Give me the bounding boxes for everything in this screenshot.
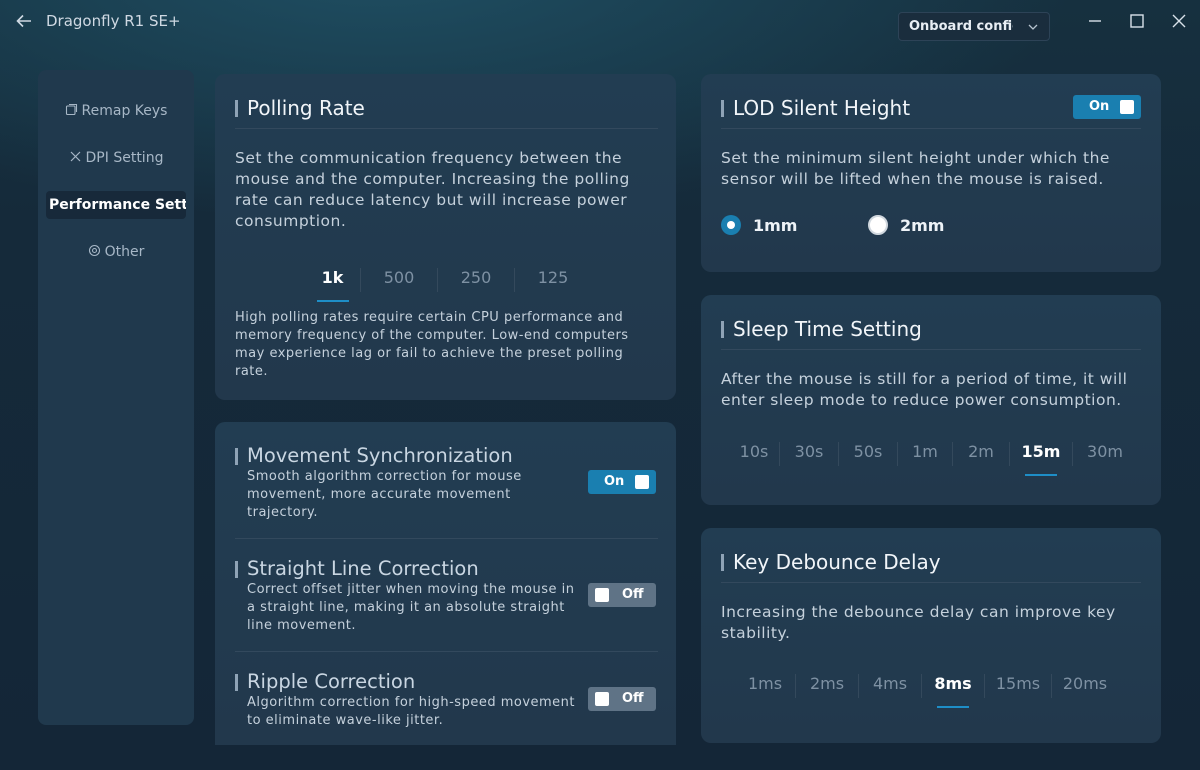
debounce-description: Increasing the debounce delay can improv… (721, 603, 1116, 642)
sidebar-item-remap-keys[interactable]: Remap Keys (46, 97, 186, 125)
feature-description: Algorithm correction for high-speed move… (247, 695, 576, 728)
sleep-option-2m[interactable]: 2m (953, 442, 1009, 476)
divider (235, 651, 658, 652)
toggle-label: Off (622, 691, 644, 706)
toggle-label: On (604, 474, 625, 489)
polling-option-250[interactable]: 250 (438, 268, 514, 302)
debounce-card: Key Debounce Delay Increasing the deboun… (701, 528, 1161, 743)
polling-rate-card: Polling Rate Set the communication frequ… (215, 74, 676, 400)
card-title: Key Debounce Delay (721, 550, 941, 574)
movement-sync-toggle[interactable]: On (588, 470, 656, 494)
close-icon[interactable] (1170, 12, 1188, 30)
toggle-knob (1120, 100, 1134, 114)
profile-select-value: Onboard configuration (909, 19, 1013, 34)
divider (235, 538, 658, 539)
sidebar-item-label: Other (104, 244, 145, 260)
polling-note: High polling rates require certain CPU p… (235, 310, 629, 379)
sidebar-item-label: Remap Keys (81, 103, 168, 119)
debounce-option-2ms[interactable]: 2ms (796, 674, 858, 708)
polling-option-125[interactable]: 125 (515, 268, 591, 302)
card-title: Polling Rate (235, 96, 365, 120)
polling-rate-selector: 1k 500 250 125 (305, 268, 591, 302)
sleep-card: Sleep Time Setting After the mouse is st… (701, 295, 1161, 505)
polling-description: Set the communication frequency between … (235, 149, 630, 230)
feature-description: Smooth algorithm correction for mouse mo… (247, 469, 522, 520)
sidebar-item-other[interactable]: Other (46, 238, 186, 266)
lod-option-2mm[interactable]: 2mm (868, 215, 944, 235)
back-arrow-icon[interactable] (14, 11, 34, 31)
toggle-knob (595, 692, 609, 706)
divider (721, 349, 1141, 350)
sleep-time-selector: 10s 30s 50s 1m 2m 15m 30m (729, 442, 1137, 476)
lod-description: Set the minimum silent height under whic… (721, 149, 1110, 188)
app-title: Dragonfly R1 SE+ (46, 12, 181, 30)
feature-description: Correct offset jitter when moving the mo… (247, 582, 575, 633)
sidebar-item-label: DPI Setting (85, 150, 164, 166)
sidebar-item-label: Performance Settings (49, 197, 186, 213)
card-title: Sleep Time Setting (721, 317, 922, 341)
divider (235, 128, 658, 129)
title-bar: Dragonfly R1 SE+ Onboard configuration (0, 0, 1200, 44)
sleep-option-30s[interactable]: 30s (780, 442, 838, 476)
feature-title: Straight Line Correction (235, 557, 479, 580)
settings-icon (88, 244, 100, 257)
sidebar-item-performance-settings[interactable]: Performance Settings (46, 191, 186, 219)
sleep-option-1m[interactable]: 1m (898, 442, 952, 476)
feature-title: Ripple Correction (235, 670, 415, 693)
radio-unselected-icon (868, 215, 888, 235)
lod-toggle[interactable]: On (1073, 95, 1141, 119)
radio-label: 1mm (753, 215, 798, 235)
debounce-option-4ms[interactable]: 4ms (859, 674, 921, 708)
debounce-option-8ms[interactable]: 8ms (922, 674, 984, 708)
profile-select[interactable]: Onboard configuration (898, 12, 1050, 41)
polling-option-1k[interactable]: 1k (305, 268, 360, 302)
toggle-label: Off (622, 587, 644, 602)
debounce-option-20ms[interactable]: 20ms (1052, 674, 1118, 708)
radio-label: 2mm (900, 215, 945, 235)
debounce-selector: 1ms 2ms 4ms 8ms 15ms 20ms (735, 674, 1118, 708)
divider (721, 582, 1141, 583)
card-title: LOD Silent Height (721, 96, 910, 120)
maximize-icon[interactable] (1128, 12, 1146, 30)
minimize-icon[interactable] (1086, 12, 1104, 30)
feature-title: Movement Synchronization (235, 444, 513, 467)
toggle-knob (595, 588, 609, 602)
dpi-icon (70, 151, 80, 162)
lod-option-1mm[interactable]: 1mm (721, 215, 797, 235)
toggle-label: On (1089, 99, 1110, 114)
divider (721, 128, 1141, 129)
sleep-description: After the mouse is still for a period of… (721, 370, 1128, 409)
remap-icon (65, 103, 77, 116)
sleep-option-50s[interactable]: 50s (839, 442, 897, 476)
straight-line-toggle[interactable]: Off (588, 583, 656, 607)
sleep-option-10s[interactable]: 10s (729, 442, 779, 476)
sleep-option-15m[interactable]: 15m (1010, 442, 1072, 476)
polling-option-500[interactable]: 500 (361, 268, 437, 302)
lod-card: LOD Silent Height On Set the minimum sil… (701, 74, 1161, 272)
ripple-toggle[interactable]: Off (588, 687, 656, 711)
radio-selected-icon (721, 215, 741, 235)
features-card: Movement Synchronization Smooth algorith… (215, 422, 676, 745)
toggle-knob (635, 475, 649, 489)
debounce-option-1ms[interactable]: 1ms (735, 674, 795, 708)
chevron-down-icon (1028, 24, 1038, 30)
sidebar: Remap Keys DPI Setting Performance Setti… (38, 70, 194, 725)
debounce-option-15ms[interactable]: 15ms (985, 674, 1051, 708)
sidebar-item-dpi-setting[interactable]: DPI Setting (46, 144, 186, 172)
sleep-option-30m[interactable]: 30m (1073, 442, 1137, 476)
